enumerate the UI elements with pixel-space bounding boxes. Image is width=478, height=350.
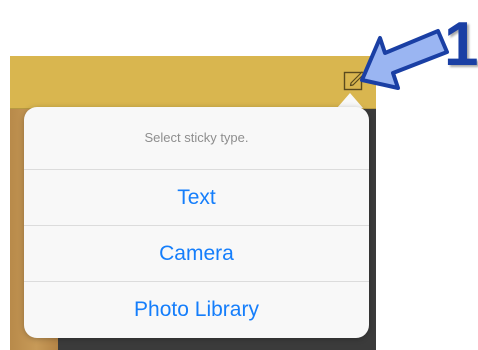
arrow-pointer-icon xyxy=(360,29,449,90)
step-number-annotation: 1 xyxy=(444,10,478,79)
screenshot-stage: Select sticky type. Text Camera Photo Li… xyxy=(0,0,478,350)
